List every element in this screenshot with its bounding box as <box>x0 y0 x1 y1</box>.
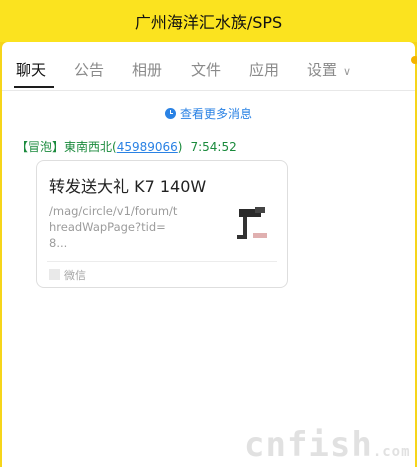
site-watermark: cnfish.com <box>244 425 411 465</box>
card-divider <box>47 261 277 262</box>
window-title-bar: 广州海洋汇水族/SPS <box>0 0 417 42</box>
tab-settings-label: 设置 <box>307 61 338 79</box>
shared-link-card[interactable]: 转发送大礼 K7 140W /mag/circle/v1/forum/threa… <box>36 160 288 288</box>
tab-announcements[interactable]: 公告 <box>74 59 104 80</box>
sender-name: 【冒泡】東南西北( <box>16 140 117 154</box>
chevron-down-icon: ∨ <box>343 65 352 78</box>
message-sender-line: 【冒泡】東南西北(45989066) 7:54:52 <box>16 138 237 155</box>
history-link-label: 查看更多消息 <box>179 107 252 121</box>
card-title: 转发送大礼 K7 140W <box>49 177 207 196</box>
card-source-label: 微信 <box>64 269 86 282</box>
tab-album[interactable]: 相册 <box>132 59 162 80</box>
tab-apps[interactable]: 应用 <box>249 59 279 80</box>
tab-settings[interactable]: 设置 ∨ <box>307 59 351 80</box>
card-source: 微信 <box>49 267 86 283</box>
clock-icon <box>164 108 176 119</box>
watermark-sub: .com <box>372 444 411 460</box>
watermark-main: cnfish <box>244 425 373 465</box>
wechat-icon <box>49 269 60 280</box>
message-time: 7:54:52 <box>190 140 237 154</box>
card-url: /mag/circle/v1/forum/threadWapPage?tid=8… <box>49 204 178 250</box>
active-tab-indicator <box>14 86 54 88</box>
notification-dot <box>411 56 417 64</box>
sender-id-link[interactable]: 45989066 <box>117 140 178 154</box>
card-thumbnail-image <box>231 203 273 245</box>
tab-bar: 聊天 公告 相册 文件 应用 设置 ∨ <box>2 42 417 91</box>
tab-files[interactable]: 文件 <box>191 59 221 80</box>
tab-chat[interactable]: 聊天 <box>16 59 46 80</box>
history-link[interactable]: 查看更多消息 <box>2 105 415 122</box>
chat-panel: 聊天 公告 相册 文件 应用 设置 ∨ 查看更多消息 【冒泡】東南西北(45989… <box>2 42 417 467</box>
window-title: 广州海洋汇水族/SPS <box>134 13 283 32</box>
sender-suffix: ) <box>177 140 183 154</box>
